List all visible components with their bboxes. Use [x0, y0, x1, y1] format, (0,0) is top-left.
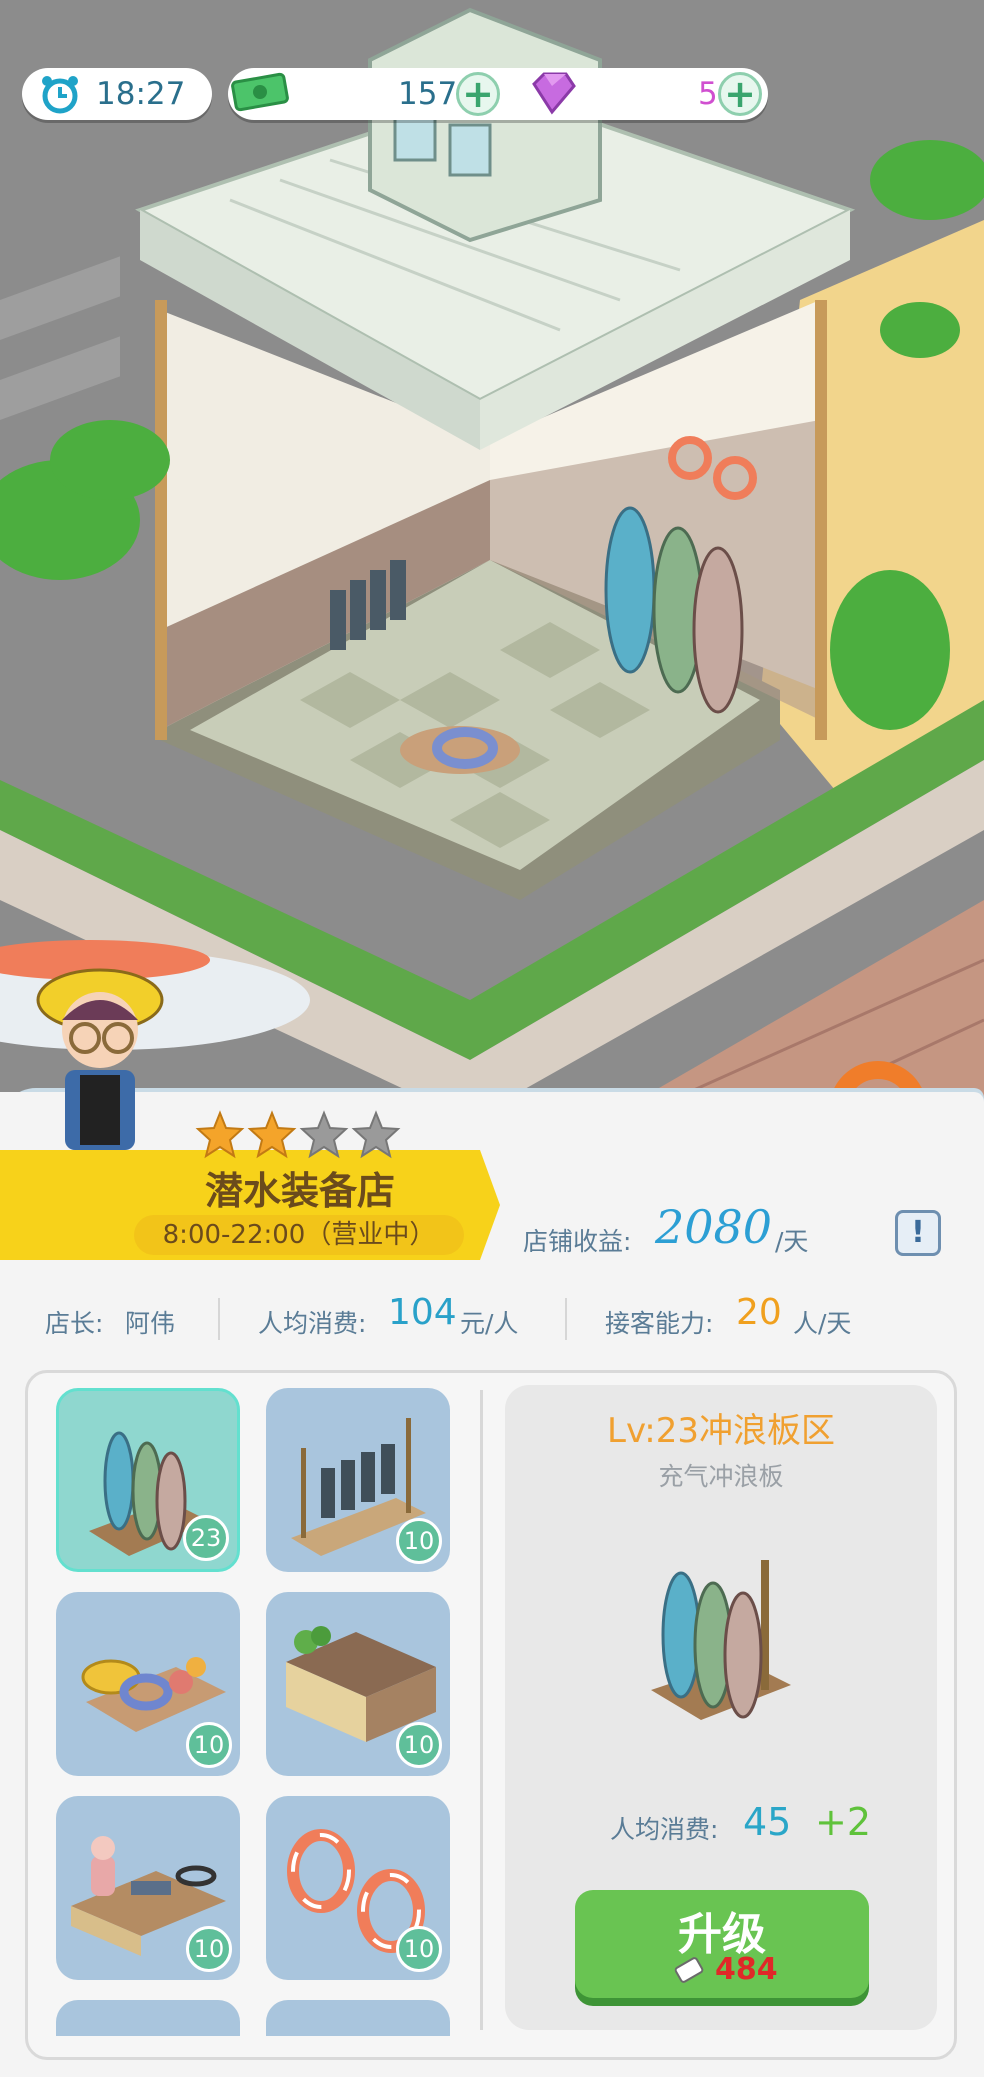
- star-filled-icon: [247, 1110, 297, 1159]
- capacity-unit: 人/天: [793, 1309, 852, 1338]
- detail-title: Lv:23冲浪板区: [607, 1411, 835, 1451]
- item-card-wetsuit-rack[interactable]: 10: [266, 1388, 450, 1572]
- level-badge: 10: [186, 1926, 232, 1972]
- clock-pill: 18:27: [22, 68, 212, 120]
- star-empty-icon: [299, 1110, 349, 1159]
- upgrade-button[interactable]: 升级 484: [575, 1890, 869, 1998]
- info-button[interactable]: !: [895, 1210, 941, 1256]
- detail-spend-bonus: +2: [815, 1800, 872, 1844]
- item-card-float-ring-table[interactable]: 10: [56, 1592, 240, 1776]
- currency-pill: 157 + 5 +: [228, 68, 768, 120]
- clock-time: 18:27: [96, 76, 186, 112]
- divider: [565, 1298, 567, 1340]
- star-filled-icon: [195, 1110, 245, 1159]
- shop-hours: 8:00-22:00（营业中）: [134, 1215, 464, 1255]
- star-empty-icon: [351, 1110, 401, 1159]
- shop-name: 潜水装备店: [204, 1169, 395, 1213]
- add-gems-button[interactable]: +: [718, 72, 762, 116]
- exclamation-icon: !: [911, 1215, 925, 1250]
- item-card-partial[interactable]: [56, 2000, 240, 2036]
- capacity-label: 接客能力:: [605, 1309, 714, 1338]
- detail-spend-label: 人均消费:: [610, 1815, 719, 1844]
- manager-label: 店长:: [45, 1309, 104, 1338]
- level-badge: 23: [183, 1515, 229, 1561]
- detail-spend-value: 45: [743, 1800, 792, 1844]
- level-badge: 10: [396, 1518, 442, 1564]
- money-amount: 157: [398, 76, 458, 112]
- capacity-value: 20: [736, 1292, 782, 1333]
- item-card-partial[interactable]: [266, 2000, 450, 2036]
- cash-icon: [231, 72, 289, 112]
- income-unit: /天: [775, 1227, 809, 1256]
- plus-icon: +: [724, 72, 756, 116]
- gem-amount: 5: [698, 76, 718, 112]
- avg-spend-label: 人均消费:: [258, 1309, 367, 1338]
- gem-icon: [532, 72, 576, 115]
- avg-spend-unit: 元/人: [460, 1309, 519, 1338]
- add-money-button[interactable]: +: [456, 72, 500, 116]
- plus-icon: +: [462, 72, 494, 116]
- item-card-lifebuoys[interactable]: 10: [266, 1796, 450, 1980]
- item-card-gear-table[interactable]: 10: [56, 1796, 240, 1980]
- manager-name: 阿伟: [125, 1309, 176, 1338]
- avg-spend-value: 104: [388, 1292, 457, 1333]
- ticket-icon: [674, 1957, 704, 1983]
- income-value: 2080: [655, 1200, 773, 1254]
- level-badge: 10: [186, 1722, 232, 1768]
- level-badge: 10: [396, 1722, 442, 1768]
- facility-detail: Lv:23冲浪板区 充气冲浪板 人均消费: 45 +2 升级 484: [505, 1385, 937, 2030]
- detail-subtitle: 充气冲浪板: [658, 1462, 784, 1491]
- level-badge: 10: [396, 1926, 442, 1972]
- item-card-counter[interactable]: 10: [266, 1592, 450, 1776]
- item-card-surfboard-rack[interactable]: 23: [56, 1388, 240, 1572]
- divider: [480, 1390, 483, 2030]
- surfboard-rack-preview: [651, 1560, 791, 1720]
- upgrade-cost: 484: [715, 1952, 778, 1987]
- divider: [218, 1298, 220, 1340]
- alarm-clock-icon: [42, 76, 78, 114]
- income-label: 店铺收益:: [523, 1227, 632, 1256]
